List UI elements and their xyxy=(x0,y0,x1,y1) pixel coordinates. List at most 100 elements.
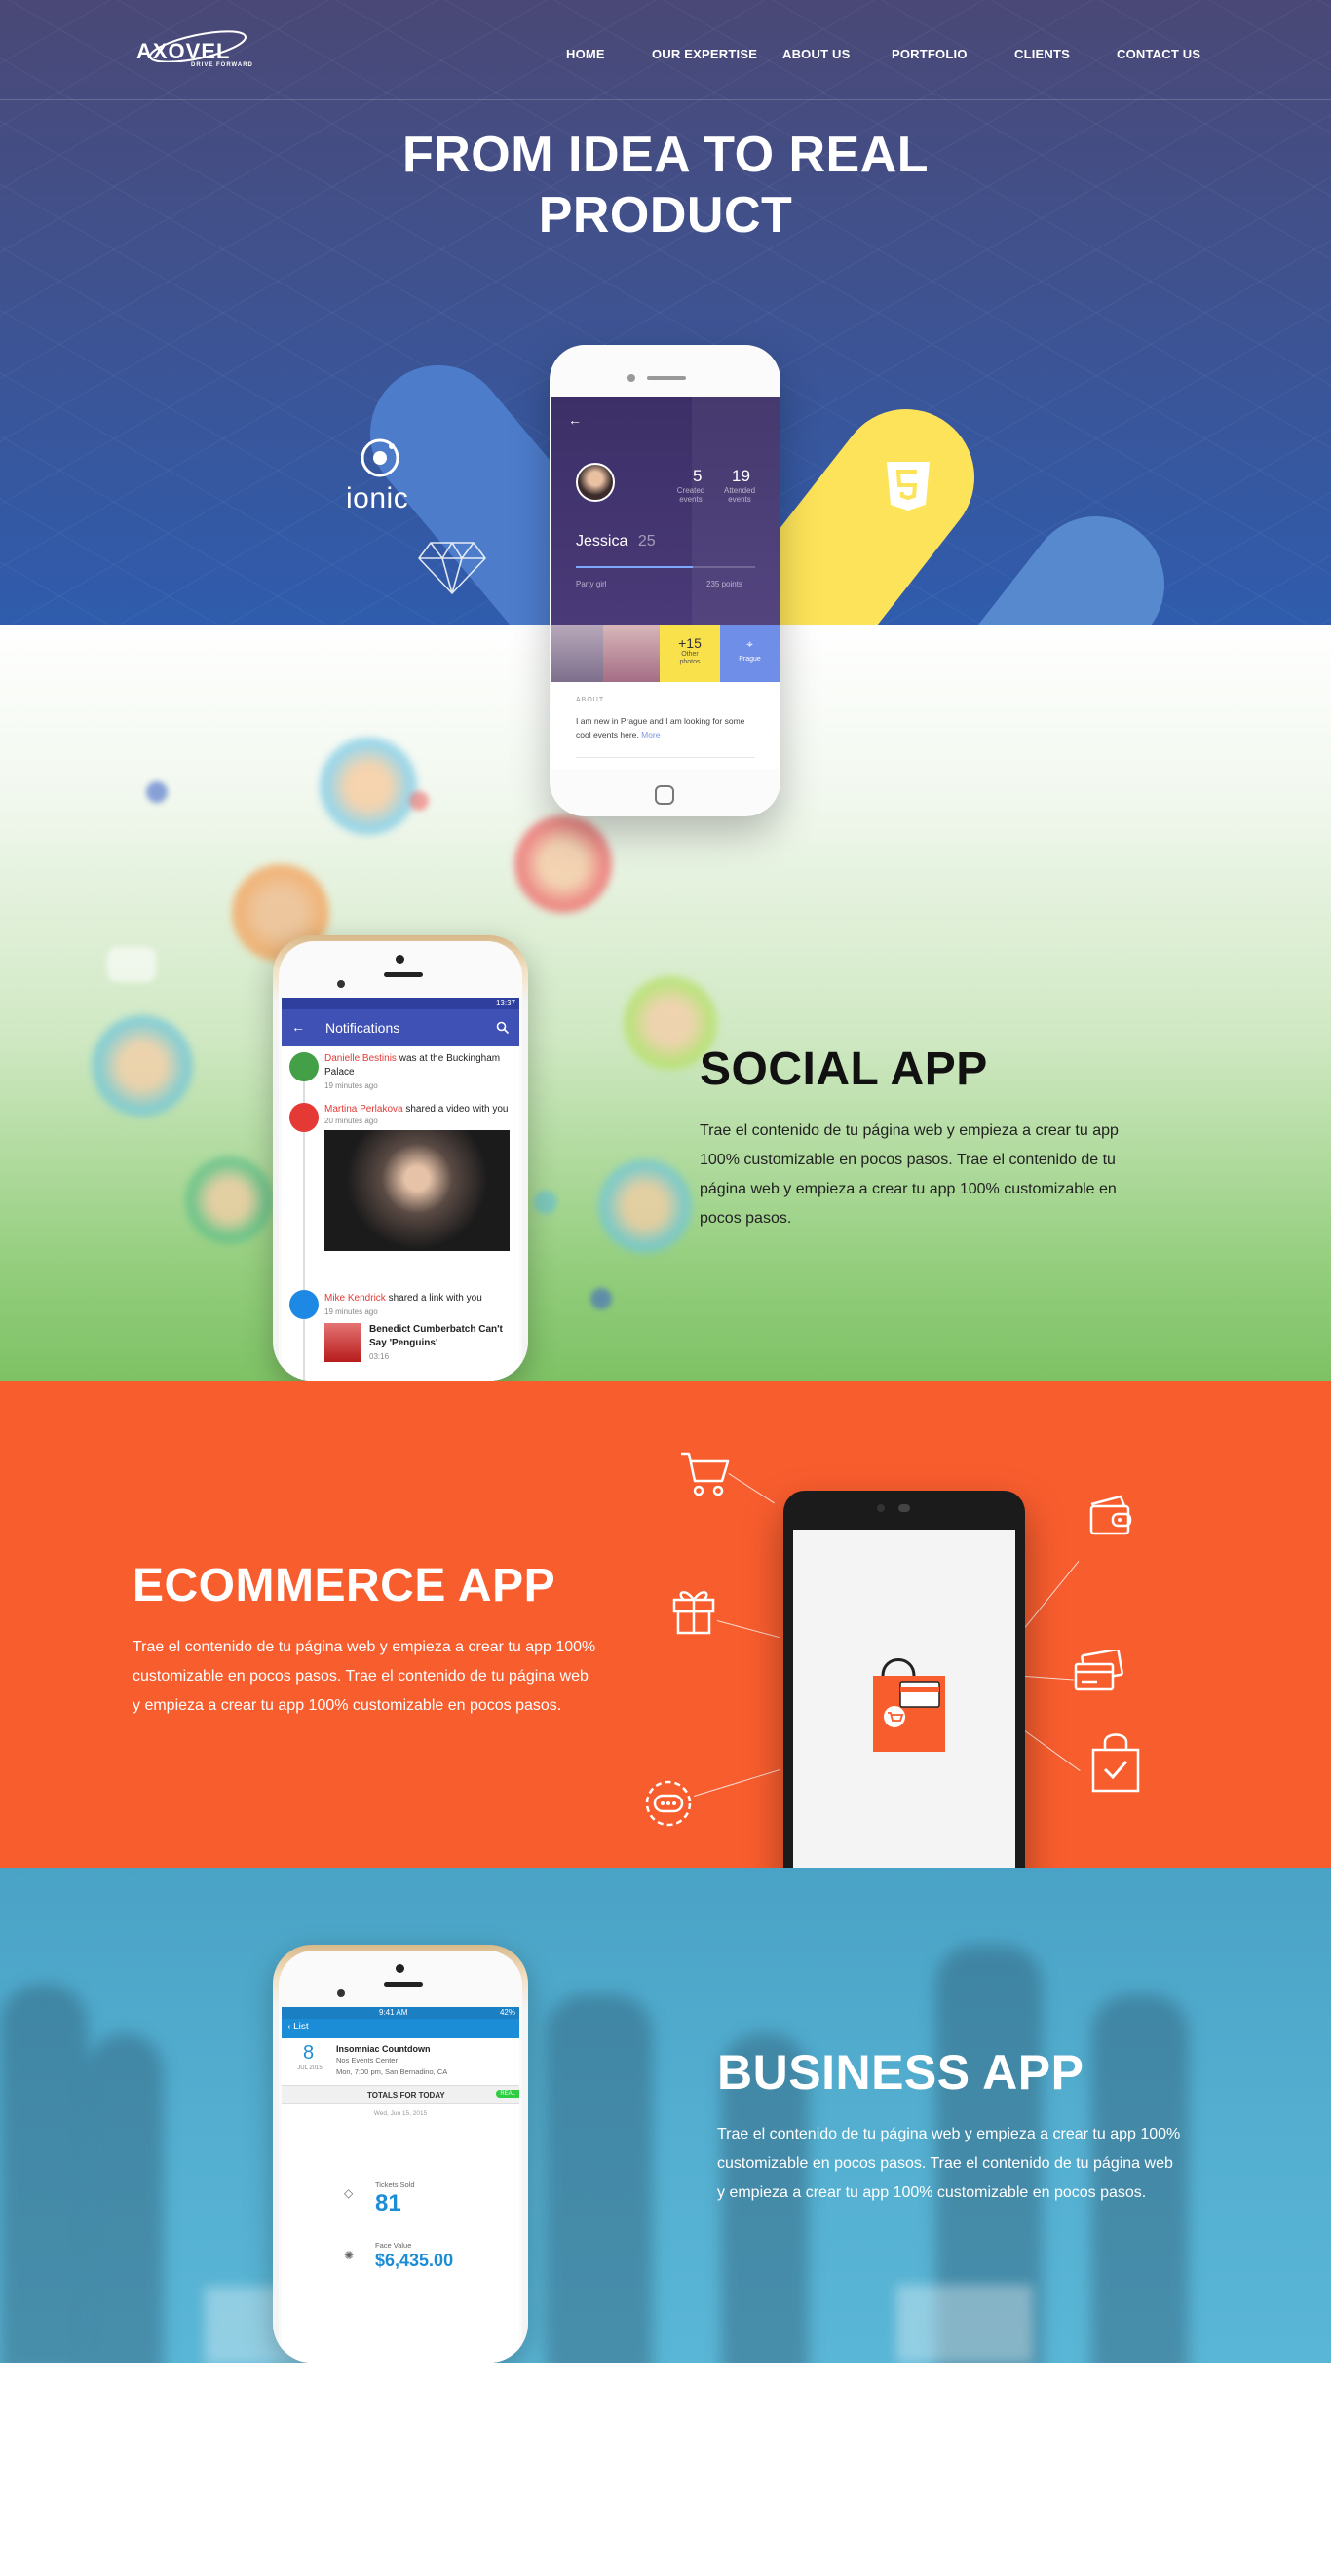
home-button[interactable] xyxy=(655,785,674,805)
search-icon[interactable] xyxy=(496,1021,510,1035)
status-battery: 42% xyxy=(499,2008,515,2017)
nav-contact-us[interactable]: CONTACT US xyxy=(1117,47,1200,61)
credit-card-icon xyxy=(1074,1650,1123,1691)
notification-user[interactable]: Martina Perlakova xyxy=(324,1104,403,1115)
phone-camera xyxy=(627,374,635,382)
back-link[interactable]: ‹ List xyxy=(287,2022,309,2032)
decor-dot xyxy=(146,781,168,803)
phone-camera xyxy=(877,1504,885,1512)
avatar xyxy=(598,1159,692,1253)
divider xyxy=(576,757,755,758)
gift-icon xyxy=(672,1591,715,1635)
phone-speaker xyxy=(384,1982,423,1987)
profile-screen: ← 5 Created events 19 Attended events Je… xyxy=(551,397,780,769)
html5-icon xyxy=(887,462,930,511)
front-camera xyxy=(337,980,345,988)
notification-item[interactable]: Mike Kendrick shared a link with you xyxy=(324,1292,512,1306)
profile-age: 25 xyxy=(637,533,656,549)
photo-thumb[interactable] xyxy=(551,625,603,682)
status-time: 13:37 xyxy=(495,999,515,1007)
hero-title-line2: PRODUCT xyxy=(538,187,793,244)
profile-tagline: Party girl xyxy=(576,580,607,588)
notification-item[interactable]: Danielle Bestinis was at the Buckingham … xyxy=(324,1052,512,1080)
points-progress xyxy=(576,566,693,568)
totals-heading: TOTALS FOR TODAY xyxy=(367,2091,445,2100)
points-track xyxy=(576,566,755,568)
nav-home[interactable]: HOME xyxy=(566,47,605,61)
business-phone: 9:41 AM 42% ‹ List 8 JUL 2015 Insomniac … xyxy=(273,1945,528,2363)
business-app-section xyxy=(0,1868,1331,2363)
phone-camera xyxy=(396,955,404,964)
more-photos-tile[interactable]: +15 Other photos xyxy=(660,625,720,682)
ionic-label: ionic xyxy=(346,482,409,514)
photo-thumb[interactable] xyxy=(603,625,660,682)
crowd-figure xyxy=(546,1994,653,2363)
about-heading: ABOUT xyxy=(576,697,605,703)
face-value: $6,435.00 xyxy=(375,2251,454,2270)
about-text: I am new in Prague and I am looking for … xyxy=(576,714,751,741)
more-photos-count: +15 xyxy=(678,635,702,651)
notification-user[interactable]: Danielle Bestinis xyxy=(324,1053,397,1064)
event-name[interactable]: Insomniac Countdown xyxy=(336,2044,431,2054)
notification-user[interactable]: Mike Kendrick xyxy=(324,1293,386,1304)
shopping-bag-icon xyxy=(873,1658,945,1752)
chat-icon xyxy=(645,1780,692,1827)
attended-count: 19 xyxy=(732,467,750,485)
shopping-cart-icon xyxy=(681,1452,730,1496)
tickets-label: Tickets Sold xyxy=(375,2180,415,2189)
business-title: BUSINESS APP xyxy=(717,2045,1084,2100)
event-venue: Nos Events Center xyxy=(336,2056,398,2065)
event-day: 8 xyxy=(303,2042,315,2064)
nav-portfolio[interactable]: PORTFOLIO xyxy=(892,47,968,61)
link-thumbnail[interactable] xyxy=(324,1323,361,1362)
business-screen: 9:41 AM 42% ‹ List 8 JUL 2015 Insomniac … xyxy=(282,2007,519,2363)
ecommerce-text: Trae el contenido de tu página web y emp… xyxy=(133,1639,596,1714)
profile-header: ← 5 Created events 19 Attended events Je… xyxy=(551,397,780,625)
created-label: Created events xyxy=(676,486,705,504)
about-more-link[interactable]: More xyxy=(641,730,660,739)
logo-text: AXOVEL xyxy=(136,39,231,63)
location-tile[interactable]: ⌖ Prague xyxy=(720,625,780,682)
photo-strip: +15 Other photos ⌖ Prague xyxy=(551,625,780,682)
top-nav: AXOVEL DRIVE FORWARD HOME OUR EXPERTISE … xyxy=(0,0,1331,100)
logo[interactable]: AXOVEL DRIVE FORWARD xyxy=(136,23,253,78)
nav-about-us[interactable]: ABOUT US xyxy=(782,47,851,61)
business-text: Trae el contenido de tu página web y emp… xyxy=(717,2126,1181,2201)
tickets-value: 81 xyxy=(375,2190,401,2216)
status-bar: 13:37 xyxy=(282,998,519,1009)
nav-our-expertise[interactable]: OUR EXPERTISE xyxy=(652,47,757,61)
profile-name: Jessica 25 xyxy=(576,533,656,550)
decor-dot xyxy=(590,1288,612,1309)
avatar xyxy=(514,815,612,913)
phone-speaker xyxy=(384,972,423,977)
profile-points: 235 points xyxy=(706,580,742,588)
avatar xyxy=(185,1156,273,1244)
back-arrow-icon[interactable]: ← xyxy=(568,412,582,428)
ticket-icon: ◇ xyxy=(344,2186,354,2200)
diamond-icon xyxy=(418,542,486,594)
avatar xyxy=(320,738,417,835)
profile-phone: ← 5 Created events 19 Attended events Je… xyxy=(550,345,780,816)
nav-clients[interactable]: CLIENTS xyxy=(1014,47,1070,61)
decor-dot xyxy=(409,791,429,811)
notification-action: shared a link with you xyxy=(388,1293,482,1304)
notifications-phone: 13:37 ← Notifications Danielle Bestinis … xyxy=(273,935,528,1381)
ecommerce-title: ECOMMERCE APP xyxy=(133,1560,556,1611)
video-thumbnail[interactable] xyxy=(324,1130,510,1251)
status-time: 9:41 AM xyxy=(379,2008,408,2017)
link-title[interactable]: Benedict Cumberbatch Can't Say 'Penguins… xyxy=(369,1323,515,1350)
more-photos-label: Other photos xyxy=(679,651,701,665)
front-camera xyxy=(337,1989,345,1997)
notifications-screen: 13:37 ← Notifications Danielle Bestinis … xyxy=(282,998,519,1381)
back-arrow-icon[interactable]: ← xyxy=(291,1019,305,1035)
map-pin-icon: ⌖ xyxy=(746,637,753,651)
status-bar: 9:41 AM 42% xyxy=(282,2007,519,2019)
phone-body: 9:41 AM 42% ‹ List 8 JUL 2015 Insomniac … xyxy=(279,1951,522,2363)
back-label: List xyxy=(293,2022,309,2032)
profile-name-text: Jessica xyxy=(576,533,628,549)
location-label: Prague xyxy=(739,656,761,663)
phone-speaker xyxy=(647,376,686,380)
notification-item[interactable]: Martina Perlakova shared a video with yo… xyxy=(324,1103,512,1117)
decor-dot xyxy=(107,947,156,982)
hero-title: FROM IDEA TO REAL PRODUCT xyxy=(373,125,958,246)
